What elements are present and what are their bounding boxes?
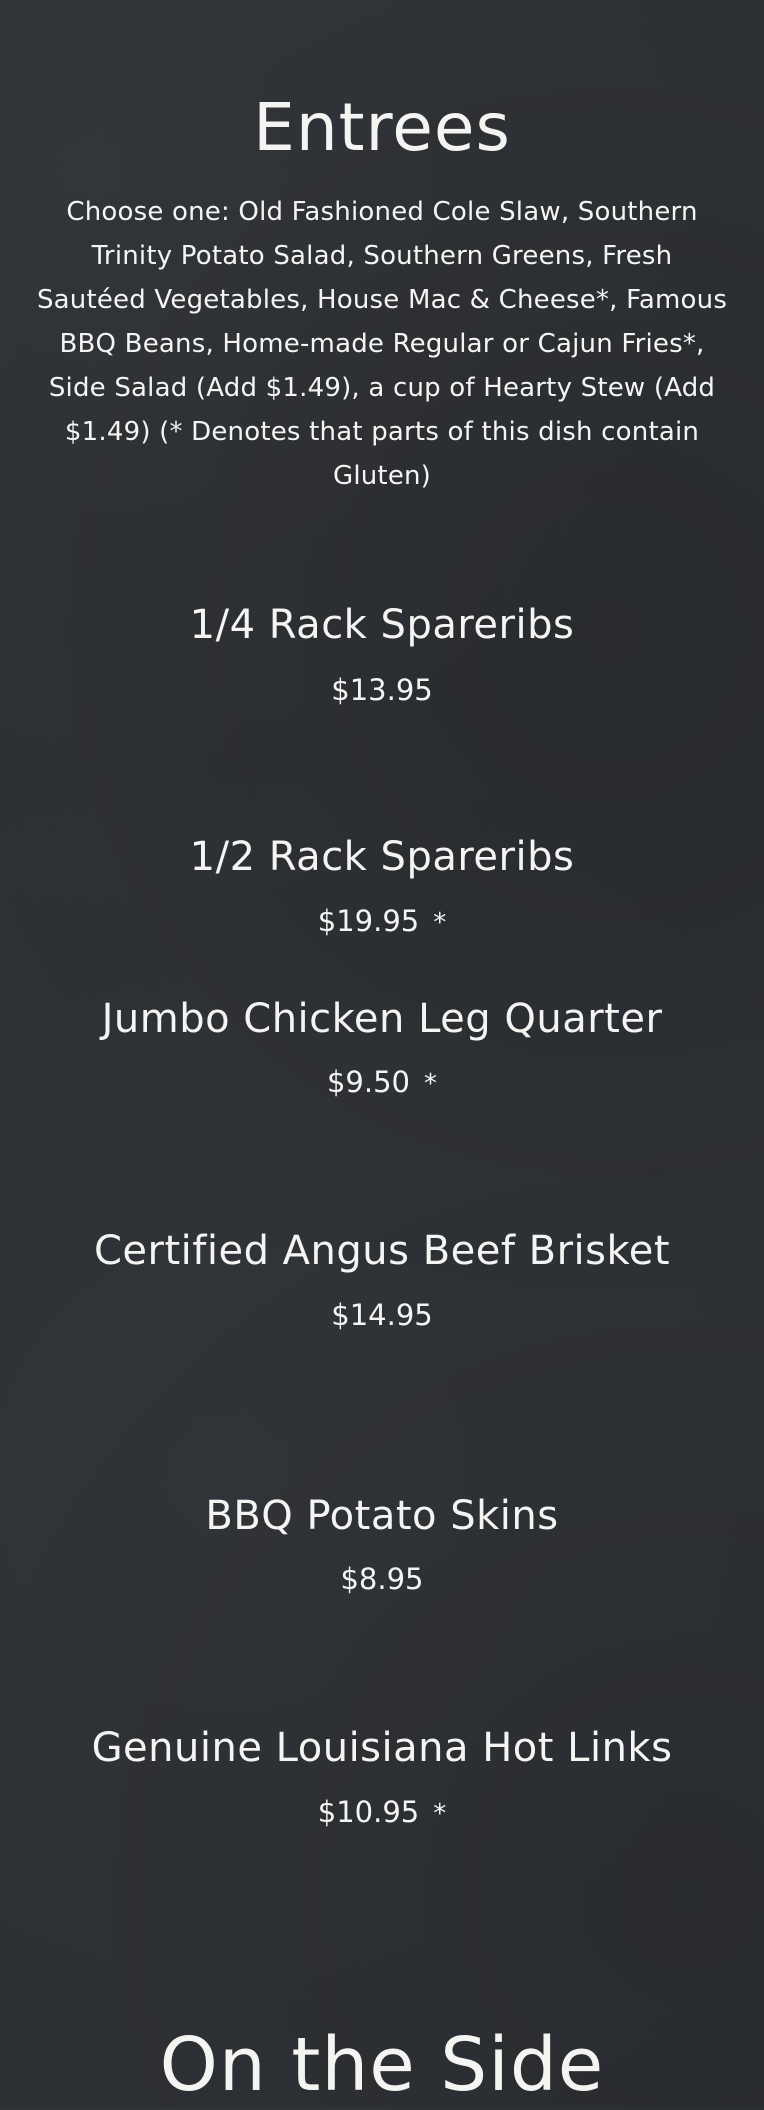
menu-item-price: $8.95 xyxy=(340,1562,424,1596)
menu-item-price: $9.50 xyxy=(326,1065,411,1099)
menu-item-price-row: $13.95 xyxy=(0,670,764,710)
entrees-heading: Entrees xyxy=(253,89,511,166)
gluten-marker: * xyxy=(433,908,447,938)
menu-item-price: $14.95 xyxy=(331,1298,433,1332)
menu-page: Entrees Choose one: Old Fashioned Cole S… xyxy=(0,0,764,2108)
gluten-marker: * xyxy=(424,1069,438,1099)
menu-item-price-row: $8.95 xyxy=(0,1559,764,1599)
entrees-description: Choose one: Old Fashioned Cole Slaw, Sou… xyxy=(36,197,728,491)
menu-item-price-row: $19.95 * xyxy=(0,901,764,943)
menu-item-name: Certified Angus Beef Brisket xyxy=(93,1228,671,1274)
menu-item-name: 1/2 Rack Spareribs xyxy=(189,834,575,880)
menu-item-price: $19.95 xyxy=(317,904,420,938)
menu-item-name: Genuine Louisiana Hot Links xyxy=(91,1725,673,1771)
menu-item-price-row: $14.95 xyxy=(0,1295,764,1335)
menu-item-price: $13.95 xyxy=(331,673,433,707)
menu-item-name: Jumbo Chicken Leg Quarter xyxy=(101,996,663,1042)
menu-item-price-row: $9.50 * xyxy=(0,1062,764,1104)
menu-item-price-row: $10.95 * xyxy=(0,1792,764,1834)
menu-item-name: 1/4 Rack Spareribs xyxy=(189,602,575,648)
gluten-marker: * xyxy=(433,1799,447,1829)
menu-item-name: BBQ Potato Skins xyxy=(205,1493,559,1539)
menu-item-price: $10.95 xyxy=(317,1795,420,1829)
on-the-side-heading: On the Side xyxy=(159,2022,605,2108)
